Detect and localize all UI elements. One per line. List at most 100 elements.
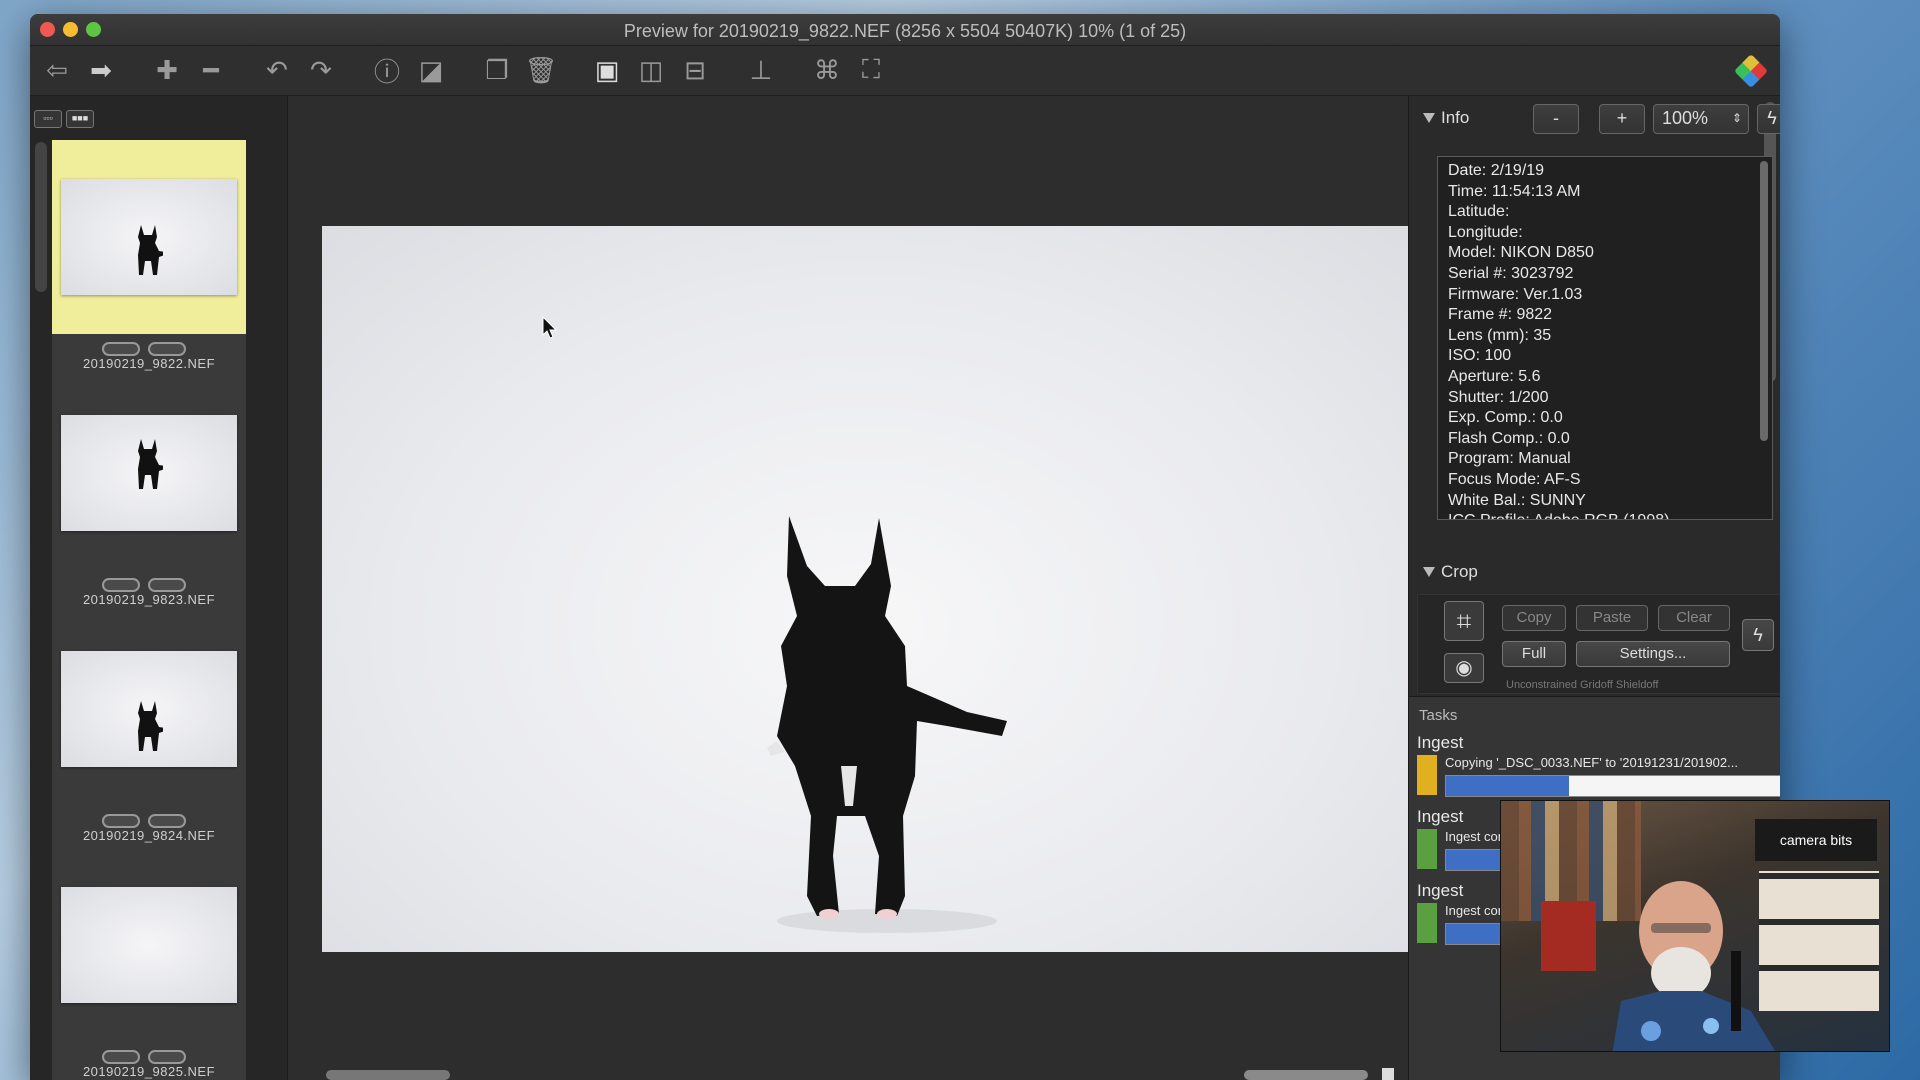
fullscreen-icon[interactable]: ⛶: [854, 54, 888, 88]
thumbnail-badges: [102, 1050, 186, 1064]
label-badge[interactable]: [148, 814, 186, 828]
tab-large-thumbs[interactable]: ■■■: [66, 110, 94, 128]
crop-tool-icon[interactable]: ⌗: [1444, 601, 1484, 641]
tab-small-thumbs[interactable]: ▫▫▫: [34, 110, 62, 128]
trash-icon[interactable]: 🗑: [524, 54, 558, 88]
label-badge[interactable]: [148, 1050, 186, 1064]
label-badge[interactable]: [148, 578, 186, 592]
zoom-select[interactable]: 100% ⇕: [1653, 104, 1749, 134]
split-horizontal-icon[interactable]: ⊟: [678, 54, 712, 88]
thumbnail-filename: 20190219_9822.NEF: [82, 356, 216, 371]
app-logo-icon: [1734, 54, 1768, 88]
horizontal-scrollbar-thumb[interactable]: [1244, 1070, 1368, 1080]
info-line: Flash Comp.: 0.0: [1448, 429, 1570, 447]
eye-icon[interactable]: ◉: [1444, 653, 1484, 683]
back-arrow-icon[interactable]: ⇦: [40, 54, 74, 88]
webcam-red-object: [1541, 901, 1596, 971]
crop-section-header[interactable]: Crop: [1423, 562, 1478, 582]
label-badge[interactable]: [148, 342, 186, 356]
info-line: Lens (mm): 35: [1448, 326, 1552, 344]
split-vertical-icon[interactable]: ◫: [634, 54, 668, 88]
task-color-swatch: [1417, 903, 1437, 943]
resize-corner[interactable]: [1382, 1068, 1394, 1080]
info-line: ISO: 100: [1448, 347, 1512, 365]
dog-silhouette: [138, 225, 163, 275]
align-icon[interactable]: ⊥: [744, 54, 778, 88]
thumbnail-image: [61, 415, 237, 531]
info-line: Firmware: Ver.1.03: [1448, 285, 1583, 303]
task-description: Copying '_DSC_0033.NEF' to '20191231/201…: [1445, 755, 1738, 770]
minus-icon[interactable]: ━: [194, 54, 228, 88]
info-metadata-box: Date: 2/19/19 Time: 11:54:13 AM Latitude: L…: [1437, 156, 1773, 520]
thumbnail-filename: 20190219_9824.NEF: [82, 828, 216, 843]
horizontal-scrollbar[interactable]: [326, 1070, 450, 1080]
info-line: Time: 11:54:13 AM: [1448, 182, 1581, 200]
thumbnail-item[interactable]: 20190219_9825.NEF: [52, 848, 246, 1080]
crop-paste-button[interactable]: Paste: [1576, 605, 1648, 631]
fit-icon[interactable]: ⌘: [810, 54, 844, 88]
info-line: Longitude:: [1448, 223, 1523, 241]
toolbar: ⇦ ➡ ✚ ━ ↶ ↷ ⓘ ◪ ❐ 🗑 ▣ ◫ ⊟ ⊥ ⌘ ⛶: [30, 46, 1780, 96]
info-scrollbar[interactable]: [1760, 161, 1768, 441]
duplicate-icon[interactable]: ❐: [480, 54, 514, 88]
thumbnail-filename: 20190219_9825.NEF: [82, 1064, 216, 1079]
mouse-cursor-icon: [542, 316, 558, 339]
thumbnail-frame: [52, 376, 246, 570]
info-line: Shutter: 1/200: [1448, 388, 1549, 406]
thumbnail-item[interactable]: 20190219_9822.NEF: [52, 140, 246, 376]
thumbnail-frame: [52, 140, 246, 334]
task-item: Ingest Copying '_DSC_0033.NEF' to '201912…: [1417, 733, 1780, 803]
info-line: Exp. Comp.: 0.0: [1448, 409, 1563, 427]
crop-copy-button[interactable]: Copy: [1502, 605, 1566, 631]
export-icon[interactable]: ◪: [414, 54, 448, 88]
rating-badge[interactable]: [102, 814, 140, 828]
thumbnail-item[interactable]: 20190219_9823.NEF: [52, 376, 246, 612]
crop-full-button[interactable]: Full: [1502, 641, 1566, 667]
dog-silhouette: [138, 439, 163, 489]
thumbnail-badges: [102, 814, 186, 828]
lightning-icon[interactable]: ϟ: [1757, 104, 1780, 134]
info-line: Serial #: 3023792: [1448, 264, 1574, 282]
forward-arrow-icon[interactable]: ➡: [84, 54, 118, 88]
preview-image[interactable]: [322, 226, 1410, 952]
info-lines: Date: 2/19/19 Time: 11:54:13 AM Latitude: L…: [1448, 161, 1762, 519]
info-icon[interactable]: ⓘ: [370, 54, 404, 88]
crop-lightning-icon[interactable]: ϟ: [1742, 619, 1774, 651]
thumbnail-badges: [102, 342, 186, 356]
thumbnail-filename: 20190219_9823.NEF: [82, 592, 216, 607]
window-title: Preview for 20190219_9822.NEF (8256 x 55…: [623, 21, 1187, 41]
info-section-label: Info: [1441, 108, 1470, 127]
task-name: Ingest: [1417, 733, 1464, 752]
crop-section-label: Crop: [1441, 562, 1478, 581]
task-progress-bar: [1445, 775, 1780, 797]
stepper-icon: ⇕: [1731, 111, 1742, 125]
zoom-in-button[interactable]: +: [1599, 104, 1645, 134]
thumbnail-image: [61, 887, 237, 1003]
thumbnail-image: [61, 179, 237, 295]
single-view-icon[interactable]: ▣: [590, 54, 624, 88]
crop-settings-button[interactable]: Settings...: [1576, 641, 1730, 667]
zoom-out-button[interactable]: -: [1533, 104, 1579, 134]
disclosure-triangle-icon: [1423, 567, 1435, 577]
rating-badge[interactable]: [102, 342, 140, 356]
dog-silhouette: [138, 701, 163, 751]
sidebar-view-tabs: ▫▫▫ ■■■: [34, 110, 94, 128]
sidebar-scrollbar[interactable]: [35, 142, 47, 292]
task-color-swatch: [1417, 755, 1437, 795]
presenter-video: [1612, 881, 1775, 1051]
info-line: White Bal.: SUNNY: [1448, 491, 1586, 509]
preview-pane: [288, 96, 1410, 1080]
info-section-header[interactable]: Info: [1423, 108, 1469, 128]
thumbnail-item[interactable]: 20190219_9824.NEF: [52, 612, 246, 848]
info-line: Program: Manual: [1448, 450, 1571, 468]
rating-badge[interactable]: [102, 1050, 140, 1064]
rating-badge[interactable]: [102, 578, 140, 592]
title-bar: Preview for 20190219_9822.NEF (8256 x 55…: [30, 14, 1780, 46]
crop-clear-button[interactable]: Clear: [1658, 605, 1730, 631]
undo-icon[interactable]: ↶: [260, 54, 294, 88]
dog-photo: [767, 516, 1007, 933]
thumbnail-sidebar: ▫▫▫ ■■■ 20190219_9822.NEF 20190219_9823.…: [30, 96, 288, 1080]
thumbnail-image: [61, 651, 237, 767]
redo-icon[interactable]: ↷: [304, 54, 338, 88]
plus-icon[interactable]: ✚: [150, 54, 184, 88]
